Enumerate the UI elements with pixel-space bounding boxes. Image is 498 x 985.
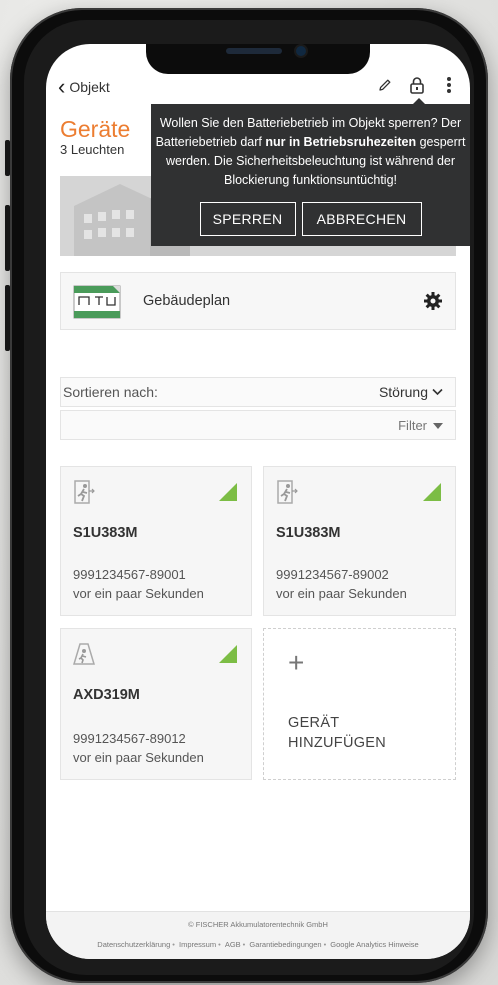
device-name: AXD319M — [73, 687, 140, 703]
lock-icon[interactable] — [408, 76, 426, 94]
sort-dropdown[interactable]: Sortieren nach: Störung — [60, 377, 456, 407]
top-bar: ‹ Objekt — [46, 72, 470, 102]
dialog-pointer — [412, 98, 426, 105]
filter-dropdown[interactable]: Filter — [60, 410, 456, 440]
ceiling-light-icon — [72, 641, 96, 667]
separator: • — [323, 940, 327, 949]
back-button[interactable]: ‹ Objekt — [58, 75, 110, 99]
chevron-down-icon — [432, 388, 443, 396]
sort-value: Störung — [379, 384, 443, 400]
footer: © FISCHER Akkumulatorentechnik GmbH Date… — [46, 911, 470, 959]
separator: • — [172, 940, 175, 949]
page-title: Geräte — [60, 116, 131, 142]
device-card[interactable]: AXD319M 9991234567-89012 vor ein paar Se… — [60, 628, 252, 780]
add-device-label-line-1: GERÄT — [288, 715, 340, 731]
signal-strength-indicator — [423, 483, 441, 501]
notch — [146, 44, 370, 74]
device-card[interactable]: S1U383M 9991234567-89002 vor ein paar Se… — [263, 466, 456, 616]
caret-down-icon — [433, 422, 443, 429]
add-device-button[interactable]: + GERÄT HINZUFÜGEN — [263, 628, 456, 780]
speaker — [226, 48, 282, 54]
building-plan-row[interactable]: Gebäudeplan — [60, 272, 456, 330]
add-device-label: GERÄT HINZUFÜGEN — [288, 713, 386, 753]
plus-icon: + — [288, 647, 305, 678]
footer-links: Datenschutzerklärung • Impressum • AGB • Ga… — [46, 940, 470, 949]
dialog-message-bold: nur in Betriebsruhezeiten — [265, 135, 417, 149]
footer-link-privacy[interactable]: Datenschutzerklärung — [97, 940, 170, 949]
add-device-label-line-2: HINZUFÜGEN — [288, 735, 387, 751]
chevron-left-icon: ‹ — [58, 74, 66, 99]
sort-selected-value: Störung — [378, 384, 428, 400]
front-camera — [296, 46, 306, 56]
emergency-exit-icon — [73, 479, 95, 505]
signal-strength-indicator — [219, 483, 237, 501]
filter-label-wrap: Filter — [398, 418, 443, 433]
building-plan-label: Gebäudeplan — [143, 293, 231, 309]
separator: • — [218, 940, 221, 949]
device-serial: 9991234567-89002 — [276, 567, 389, 582]
filter-label: Filter — [398, 418, 427, 433]
device-serial: 9991234567-89001 — [73, 567, 186, 582]
cancel-button[interactable]: ABBRECHEN — [301, 202, 422, 236]
floor-plan-icon — [73, 283, 123, 321]
footer-link-analytics[interactable]: Google Analytics Hinweise — [330, 940, 418, 949]
footer-link-terms[interactable]: AGB — [225, 940, 241, 949]
sort-label: Sortieren nach: — [63, 384, 158, 400]
device-name: S1U383M — [73, 525, 138, 541]
device-last-seen: vor ein paar Sekunden — [73, 586, 204, 601]
device-card[interactable]: S1U383M 9991234567-89001 vor ein paar Se… — [60, 466, 252, 616]
pencil-icon[interactable] — [376, 76, 394, 94]
gear-icon[interactable] — [423, 291, 443, 311]
copyright: © FISCHER Akkumulatorentechnik GmbH — [188, 920, 328, 929]
footer-link-warranty[interactable]: Garantiebedingungen — [249, 940, 321, 949]
emergency-exit-icon — [276, 479, 298, 505]
top-actions — [376, 76, 458, 94]
confirm-lock-button[interactable]: SPERREN — [199, 202, 296, 236]
separator: • — [242, 940, 246, 949]
page-subtitle: 3 Leuchten — [60, 142, 125, 157]
app-screen: ‹ Objekt Geräte 3 Leuchten Wollen Sie de… — [46, 44, 470, 959]
lock-confirmation-dialog: Wollen Sie den Batteriebetrieb im Objekt… — [151, 98, 470, 246]
more-vertical-icon[interactable] — [440, 76, 458, 94]
device-last-seen: vor ein paar Sekunden — [73, 750, 204, 765]
signal-strength-indicator — [219, 645, 237, 663]
dialog-message: Wollen Sie den Batteriebetrieb im Objekt… — [151, 114, 470, 190]
device-serial: 9991234567-89012 — [73, 731, 186, 746]
device-last-seen: vor ein paar Sekunden — [276, 586, 407, 601]
device-name: S1U383M — [276, 525, 341, 541]
back-label: Objekt — [69, 79, 110, 95]
footer-link-imprint[interactable]: Impressum — [179, 940, 216, 949]
